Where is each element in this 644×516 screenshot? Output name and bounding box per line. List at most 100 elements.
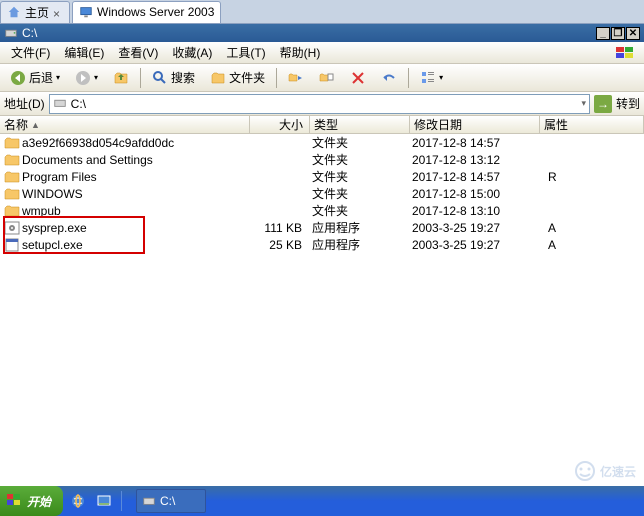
home-icon — [7, 5, 21, 19]
address-label: 地址(D) — [4, 95, 45, 112]
undo-button[interactable] — [375, 67, 403, 89]
forward-button[interactable]: ▾ — [69, 67, 104, 89]
column-headers: 名称▲ 大小 类型 修改日期 属性 — [0, 116, 644, 134]
menu-tools[interactable]: 工具(T) — [219, 42, 272, 63]
file-item[interactable]: Documents and Settings 文件夹2017-12-8 13:12 — [0, 151, 644, 168]
file-date: 2017-12-8 15:00 — [408, 187, 538, 201]
file-item[interactable]: setupcl.exe25 KB应用程序2003-3-25 19:27A — [0, 236, 644, 253]
file-type: 应用程序 — [308, 219, 408, 236]
file-item[interactable]: wmpub文件夹2017-12-8 13:10 — [0, 202, 644, 219]
minimize-button[interactable]: _ — [596, 27, 610, 40]
file-name: sysprep.exe — [22, 221, 248, 235]
file-name: a3e92f66938d054c9afdd0dc — [22, 136, 248, 150]
menubar: 文件(F) 编辑(E) 查看(V) 收藏(A) 工具(T) 帮助(H) — [0, 42, 644, 64]
file-type: 应用程序 — [308, 236, 408, 253]
file-name: WINDOWS — [22, 187, 248, 201]
separator — [276, 68, 277, 88]
quicklaunch-desktop[interactable] — [93, 490, 115, 512]
addressbar: 地址(D) C:\ ▾ → 转到 — [0, 92, 644, 116]
menu-help[interactable]: 帮助(H) — [273, 42, 328, 63]
file-date: 2003-3-25 19:27 — [408, 221, 538, 235]
menu-view[interactable]: 查看(V) — [111, 42, 165, 63]
tab-label: Windows Server 2003 — [97, 5, 214, 19]
close-button[interactable]: ✕ — [626, 27, 640, 40]
move-to-icon — [288, 70, 304, 86]
folders-icon — [210, 70, 226, 86]
taskbar-separator — [121, 491, 122, 511]
folders-label: 文件夹 — [229, 69, 265, 86]
search-label: 搜索 — [171, 69, 195, 86]
start-label: 开始 — [27, 493, 51, 510]
file-attr: R — [538, 170, 644, 184]
quicklaunch-ie[interactable] — [67, 490, 89, 512]
up-button[interactable] — [107, 67, 135, 89]
folder-icon — [4, 187, 20, 201]
up-icon — [113, 70, 129, 86]
taskbar-item[interactable]: C:\ — [136, 489, 206, 513]
taskbar: 开始 C:\ — [0, 486, 644, 516]
file-size: 25 KB — [248, 238, 308, 252]
undo-icon — [381, 70, 397, 86]
sort-asc-icon: ▲ — [31, 120, 40, 130]
file-type: 文件夹 — [308, 151, 408, 168]
address-input[interactable]: C:\ ▾ — [49, 94, 590, 114]
file-type: 文件夹 — [308, 168, 408, 185]
dropdown-icon: ▾ — [56, 73, 60, 82]
file-item[interactable]: sysprep.exe111 KB应用程序2003-3-25 19:27A — [0, 219, 644, 236]
close-icon[interactable]: × — [53, 7, 63, 17]
folders-button[interactable]: 文件夹 — [204, 67, 271, 89]
file-attr: A — [538, 238, 644, 252]
search-icon — [152, 70, 168, 86]
window-titlebar: C:\ _ ❐ ✕ — [0, 24, 644, 42]
file-item[interactable]: WINDOWS 文件夹2017-12-8 15:00 — [0, 185, 644, 202]
start-button[interactable]: 开始 — [0, 486, 63, 516]
maximize-button[interactable]: ❐ — [611, 27, 625, 40]
folder-icon — [4, 153, 20, 167]
menu-edit[interactable]: 编辑(E) — [57, 42, 111, 63]
header-type[interactable]: 类型 — [310, 116, 410, 133]
dropdown-icon[interactable]: ▾ — [581, 98, 586, 109]
dropdown-icon: ▾ — [94, 73, 98, 82]
separator — [140, 68, 141, 88]
file-item[interactable]: Program Files 文件夹2017-12-8 14:57R — [0, 168, 644, 185]
host-tab-strip: 主页 × Windows Server 2003 — [0, 0, 644, 24]
header-size[interactable]: 大小 — [250, 116, 310, 133]
back-button[interactable]: 后退 ▾ — [4, 67, 66, 89]
views-icon — [420, 70, 436, 86]
tab-home[interactable]: 主页 × — [0, 1, 70, 23]
views-button[interactable]: ▾ — [414, 67, 449, 89]
file-list[interactable]: a3e92f66938d054c9afdd0dc文件夹2017-12-8 14:… — [0, 134, 644, 458]
address-path: C:\ — [71, 97, 86, 111]
header-name[interactable]: 名称▲ — [0, 116, 250, 133]
move-to-button[interactable] — [282, 67, 310, 89]
delete-button[interactable] — [344, 67, 372, 89]
file-type: 文件夹 — [308, 202, 408, 219]
file-date: 2003-3-25 19:27 — [408, 238, 538, 252]
search-button[interactable]: 搜索 — [146, 67, 201, 89]
header-date[interactable]: 修改日期 — [410, 116, 540, 133]
file-name: Documents and Settings — [22, 153, 248, 167]
menu-file[interactable]: 文件(F) — [4, 42, 57, 63]
folder-icon — [4, 170, 20, 184]
exe-gear-icon — [4, 221, 20, 235]
window-title: C:\ — [22, 26, 37, 40]
go-label: 转到 — [616, 95, 640, 112]
file-date: 2017-12-8 14:57 — [408, 136, 538, 150]
file-date: 2017-12-8 13:10 — [408, 204, 538, 218]
copy-to-button[interactable] — [313, 67, 341, 89]
file-date: 2017-12-8 14:57 — [408, 170, 538, 184]
file-date: 2017-12-8 13:12 — [408, 153, 538, 167]
back-label: 后退 — [29, 69, 53, 86]
go-button[interactable]: → — [594, 95, 612, 113]
file-type: 文件夹 — [308, 185, 408, 202]
menu-favorites[interactable]: 收藏(A) — [165, 42, 219, 63]
file-name: Program Files — [22, 170, 248, 184]
windows-flag-icon — [6, 493, 22, 510]
monitor-icon — [79, 5, 93, 19]
windows-flag-icon — [610, 44, 640, 62]
tab-vm[interactable]: Windows Server 2003 — [72, 1, 221, 23]
header-attr[interactable]: 属性 — [540, 116, 644, 133]
file-item[interactable]: a3e92f66938d054c9afdd0dc文件夹2017-12-8 14:… — [0, 134, 644, 151]
dropdown-icon: ▾ — [439, 73, 443, 82]
file-name: setupcl.exe — [22, 238, 248, 252]
